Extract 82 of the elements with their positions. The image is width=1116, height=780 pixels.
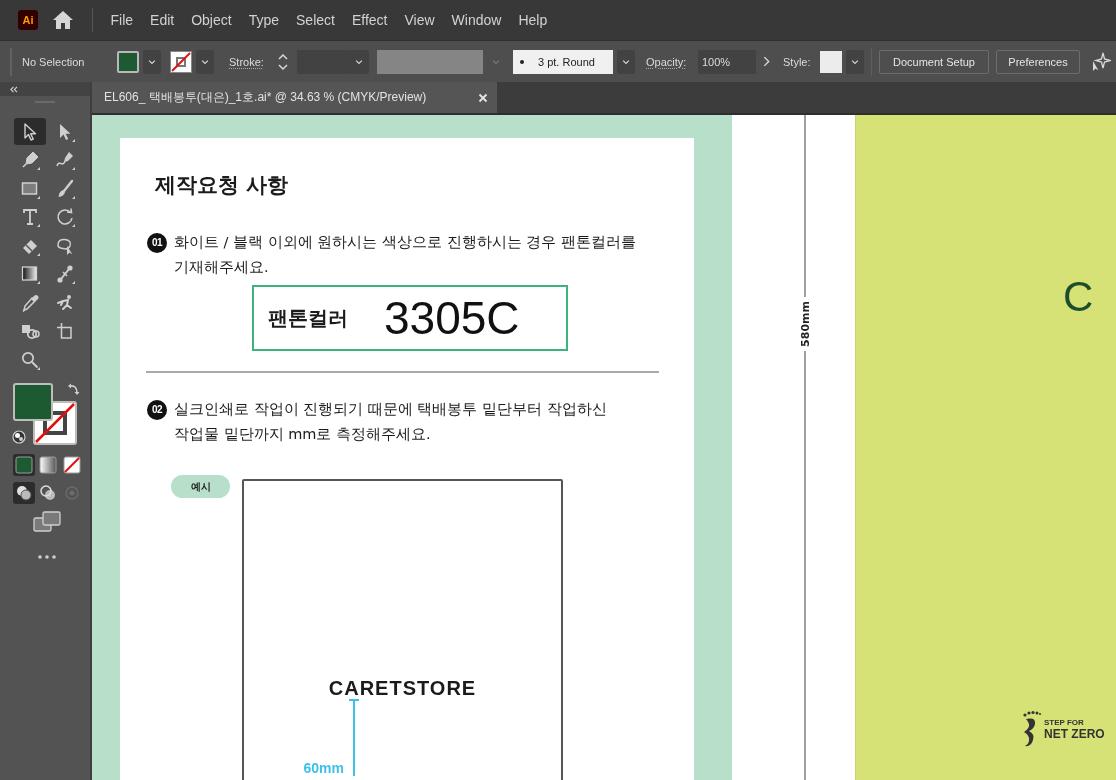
artboard-icon: [55, 321, 75, 341]
dropdown-button[interactable]: [349, 49, 369, 74]
menu-item[interactable]: View: [396, 8, 444, 32]
dropdown-button[interactable]: [196, 49, 214, 74]
opacity-link[interactable]: Opacity:: [646, 55, 692, 68]
chevron-down-icon: [147, 58, 157, 65]
menu-item[interactable]: Type: [240, 8, 288, 32]
graphic-style-swatch-icon[interactable]: [820, 50, 842, 73]
chevron-down-icon: [850, 58, 860, 65]
menu-item[interactable]: Effect: [343, 8, 396, 32]
rotate-arrow-icon: [55, 207, 75, 227]
toolbar-button[interactable]: Preferences: [996, 49, 1080, 74]
app-logo: Ai: [18, 10, 38, 30]
overlapping-circles-mode-button[interactable]: [13, 482, 35, 504]
brand-logo-text: C: [1063, 275, 1095, 319]
footprint-icon: [1021, 710, 1041, 748]
close-icon[interactable]: [478, 92, 488, 103]
pantone-value: 3305C: [384, 293, 520, 343]
chevron-right-icon[interactable]: [763, 56, 770, 67]
document-tab[interactable]: EL606_ 택배봉투(대은)_1호.ai* @ 34.63 % (CMYK/Preview): [92, 82, 497, 113]
dropdown-button[interactable]: [846, 49, 864, 74]
no-color-mode-button[interactable]: [61, 454, 83, 476]
solid-color-icon: [15, 456, 33, 474]
net-zero-title: NET ZERO: [1044, 727, 1105, 740]
net-zero-caption: STEP FOR: [1044, 718, 1085, 727]
section-title: 제작요청 사항: [155, 172, 290, 198]
toolbar-button[interactable]: Document Setup: [879, 49, 989, 74]
eyedropper-icon: [20, 292, 40, 313]
stroke-swatch-icon[interactable]: [170, 50, 192, 73]
no-color-icon: [63, 456, 81, 474]
home-icon[interactable]: [52, 10, 74, 30]
measurement-label: 60mm: [303, 760, 344, 776]
menu-item[interactable]: Object: [182, 8, 241, 32]
screen-mode-icon[interactable]: [33, 511, 61, 533]
width-handles-icon: [55, 264, 75, 284]
solid-color-mode-button[interactable]: [13, 454, 35, 476]
gradient-mode-button[interactable]: [37, 454, 59, 476]
chevron-down-icon: [621, 58, 631, 65]
opacity-field[interactable]: 100%: [698, 49, 756, 74]
menu-item[interactable]: Window: [443, 8, 510, 32]
stroke-link[interactable]: Stroke:: [229, 55, 269, 68]
sparkle-icon[interactable]: [1091, 51, 1111, 72]
style-label: Style:: [783, 55, 812, 68]
dropdown-button[interactable]: [143, 49, 161, 74]
menu-item[interactable]: Edit: [141, 8, 183, 32]
menu-item[interactable]: Help: [509, 8, 556, 32]
step-number: 01: [147, 232, 167, 253]
menu-item[interactable]: File: [102, 8, 142, 32]
brush-dropdown[interactable]: 3 pt. Round: [513, 49, 613, 74]
circle-inside-icon: [63, 484, 81, 502]
step-number: 02: [147, 399, 167, 420]
puppet-figure-icon: [55, 292, 75, 313]
more-icon[interactable]: [38, 555, 56, 559]
chevron-down-icon: [200, 58, 210, 65]
fill-swatch-icon[interactable]: [13, 383, 53, 421]
menu-item[interactable]: Select: [287, 8, 344, 32]
pantone-label: 팬톤컬러: [268, 304, 348, 332]
brand-logo-text: CARETSTORE: [328, 677, 477, 699]
circles-outline-icon: [39, 484, 57, 502]
document-title: EL606_ 택배봉투(대은)_1호.ai* @ 34.63 % (CMYK/Preview): [104, 89, 427, 106]
type-icon: [20, 207, 40, 227]
instruction-text: 실크인쇄로 작업이 진행되기 때문에 택배봉투 밑단부터 작업하신 작업물 밑단까지 mm로 측정해주세요.: [174, 400, 608, 444]
overlapping-circles-icon: [15, 484, 33, 502]
gradient-swatch-icon: [20, 264, 40, 284]
pen-icon: [20, 150, 40, 170]
swap-arrow-icon[interactable]: [67, 382, 81, 396]
dropdown-button[interactable]: [617, 49, 635, 74]
collapse-icon[interactable]: [9, 85, 18, 93]
brush-dot-icon: [520, 59, 524, 64]
instruction-text: 화이트 / 블랙 이외에 원하시는 색상으로 진행하시는 경우 팬톤컬러를 기재해주세요.: [174, 233, 637, 277]
width-profile-field[interactable]: [377, 49, 483, 74]
example-tag: 예시: [171, 475, 230, 498]
dimension-label: 580mm: [798, 300, 812, 349]
chevron-down-icon: [354, 58, 364, 65]
curvature-pen-icon: [55, 150, 75, 170]
selection-status: No Selection: [22, 55, 86, 68]
magnifier-icon: [20, 349, 40, 370]
gradient-icon: [39, 456, 57, 474]
default-colors-icon[interactable]: [12, 430, 26, 444]
selection-tool[interactable]: [14, 118, 46, 145]
fill-swatch-icon[interactable]: [117, 50, 139, 73]
spinner-icon[interactable]: [277, 51, 289, 72]
